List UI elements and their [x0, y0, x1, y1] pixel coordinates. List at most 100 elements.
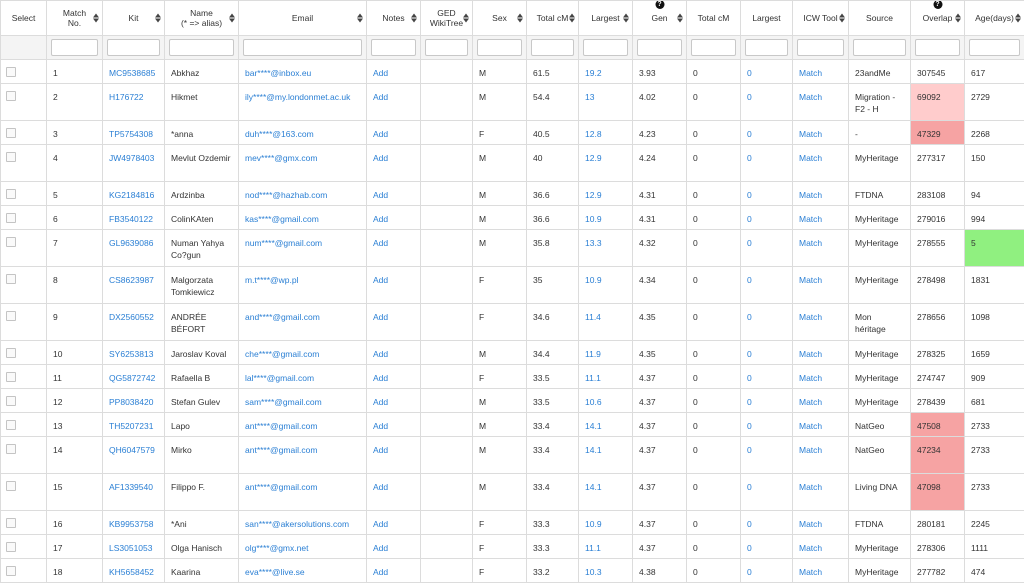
- add-notes-link[interactable]: Add: [373, 519, 388, 529]
- email-link[interactable]: m.t****@wp.pl: [245, 275, 299, 285]
- column-filter-input[interactable]: [745, 39, 788, 56]
- add-notes-link[interactable]: Add: [373, 153, 388, 163]
- add-notes-link[interactable]: Add: [373, 275, 388, 285]
- column-filter-input[interactable]: [853, 39, 906, 56]
- icw-match-link[interactable]: Match: [799, 68, 822, 78]
- select-checkbox[interactable]: [6, 566, 16, 576]
- email-link[interactable]: ant****@gmail.com: [245, 482, 317, 492]
- icw-largest-link[interactable]: 0: [747, 421, 752, 431]
- icw-largest-link[interactable]: 0: [747, 68, 752, 78]
- email-link[interactable]: olg****@gmx.net: [245, 543, 308, 553]
- largest-cm-link[interactable]: 19.2: [585, 68, 602, 78]
- icw-largest-link[interactable]: 0: [747, 214, 752, 224]
- add-notes-link[interactable]: Add: [373, 129, 388, 139]
- select-checkbox[interactable]: [6, 152, 16, 162]
- kit-link[interactable]: LS3051053: [109, 543, 153, 553]
- select-checkbox[interactable]: [6, 237, 16, 247]
- column-header-10[interactable]: ?Gen: [633, 1, 687, 36]
- column-filter-input[interactable]: [51, 39, 98, 56]
- kit-link[interactable]: CS8623987: [109, 275, 154, 285]
- kit-link[interactable]: PP8038420: [109, 397, 153, 407]
- sort-icon[interactable]: [955, 14, 961, 23]
- kit-link[interactable]: KB9953758: [109, 519, 153, 529]
- column-filter-input[interactable]: [477, 39, 522, 56]
- select-checkbox[interactable]: [6, 311, 16, 321]
- sort-icon[interactable]: [839, 14, 845, 23]
- icw-largest-link[interactable]: 0: [747, 373, 752, 383]
- sort-icon[interactable]: [357, 14, 363, 23]
- icw-largest-link[interactable]: 0: [747, 397, 752, 407]
- largest-cm-link[interactable]: 11.9: [585, 349, 601, 359]
- largest-cm-link[interactable]: 12.9: [585, 190, 602, 200]
- icw-largest-link[interactable]: 0: [747, 482, 752, 492]
- email-link[interactable]: ant****@gmail.com: [245, 445, 317, 455]
- email-link[interactable]: lal****@gmail.com: [245, 373, 314, 383]
- email-link[interactable]: che****@gmail.com: [245, 349, 319, 359]
- sort-icon[interactable]: [1015, 14, 1021, 23]
- icw-match-link[interactable]: Match: [799, 373, 822, 383]
- add-notes-link[interactable]: Add: [373, 214, 388, 224]
- largest-cm-link[interactable]: 10.9: [585, 214, 602, 224]
- kit-link[interactable]: KG2184816: [109, 190, 154, 200]
- select-checkbox[interactable]: [6, 444, 16, 454]
- column-filter-input[interactable]: [797, 39, 844, 56]
- icw-largest-link[interactable]: 0: [747, 238, 752, 248]
- icw-largest-link[interactable]: 0: [747, 153, 752, 163]
- sort-icon[interactable]: [569, 14, 575, 23]
- kit-link[interactable]: QG5872742: [109, 373, 155, 383]
- kit-link[interactable]: DX2560552: [109, 312, 154, 322]
- column-filter-input[interactable]: [371, 39, 416, 56]
- kit-link[interactable]: H176722: [109, 92, 144, 102]
- add-notes-link[interactable]: Add: [373, 68, 388, 78]
- add-notes-link[interactable]: Add: [373, 543, 388, 553]
- icw-match-link[interactable]: Match: [799, 482, 822, 492]
- icw-match-link[interactable]: Match: [799, 567, 822, 577]
- largest-cm-link[interactable]: 13: [585, 92, 594, 102]
- email-link[interactable]: kas****@gmail.com: [245, 214, 319, 224]
- column-header-13[interactable]: ICW Tool: [793, 1, 849, 36]
- largest-cm-link[interactable]: 11.1: [585, 373, 601, 383]
- icw-largest-link[interactable]: 0: [747, 519, 752, 529]
- add-notes-link[interactable]: Add: [373, 92, 388, 102]
- select-checkbox[interactable]: [6, 372, 16, 382]
- kit-link[interactable]: AF1339540: [109, 482, 153, 492]
- add-notes-link[interactable]: Add: [373, 190, 388, 200]
- largest-cm-link[interactable]: 14.1: [585, 445, 602, 455]
- icw-match-link[interactable]: Match: [799, 275, 822, 285]
- sort-icon[interactable]: [517, 14, 523, 23]
- column-header-6[interactable]: GEDWikiTree: [421, 1, 473, 36]
- column-filter-input[interactable]: [637, 39, 682, 56]
- select-checkbox[interactable]: [6, 67, 16, 77]
- email-link[interactable]: num****@gmail.com: [245, 238, 322, 248]
- icw-largest-link[interactable]: 0: [747, 543, 752, 553]
- add-notes-link[interactable]: Add: [373, 445, 388, 455]
- select-checkbox[interactable]: [6, 189, 16, 199]
- column-header-2[interactable]: Kit: [103, 1, 165, 36]
- kit-link[interactable]: KH5658452: [109, 567, 154, 577]
- icw-largest-link[interactable]: 0: [747, 190, 752, 200]
- largest-cm-link[interactable]: 13.3: [585, 238, 602, 248]
- largest-cm-link[interactable]: 11.4: [585, 312, 601, 322]
- largest-cm-link[interactable]: 14.1: [585, 482, 602, 492]
- select-checkbox[interactable]: [6, 274, 16, 284]
- select-checkbox[interactable]: [6, 128, 16, 138]
- icw-match-link[interactable]: Match: [799, 153, 822, 163]
- column-header-5[interactable]: Notes: [367, 1, 421, 36]
- column-header-15[interactable]: ?Overlap: [911, 1, 965, 36]
- column-header-1[interactable]: MatchNo.: [47, 1, 103, 36]
- icw-match-link[interactable]: Match: [799, 349, 822, 359]
- kit-link[interactable]: MC9538685: [109, 68, 155, 78]
- column-filter-input[interactable]: [169, 39, 234, 56]
- kit-link[interactable]: JW4978403: [109, 153, 154, 163]
- largest-cm-link[interactable]: 11.1: [585, 543, 601, 553]
- email-link[interactable]: sam****@gmail.com: [245, 397, 322, 407]
- email-link[interactable]: ant****@gmail.com: [245, 421, 317, 431]
- sort-icon[interactable]: [623, 14, 629, 23]
- largest-cm-link[interactable]: 10.3: [585, 567, 602, 577]
- largest-cm-link[interactable]: 12.9: [585, 153, 602, 163]
- icw-match-link[interactable]: Match: [799, 190, 822, 200]
- largest-cm-link[interactable]: 10.6: [585, 397, 602, 407]
- column-filter-input[interactable]: [915, 39, 960, 56]
- icw-match-link[interactable]: Match: [799, 92, 822, 102]
- email-link[interactable]: mev****@gmx.com: [245, 153, 317, 163]
